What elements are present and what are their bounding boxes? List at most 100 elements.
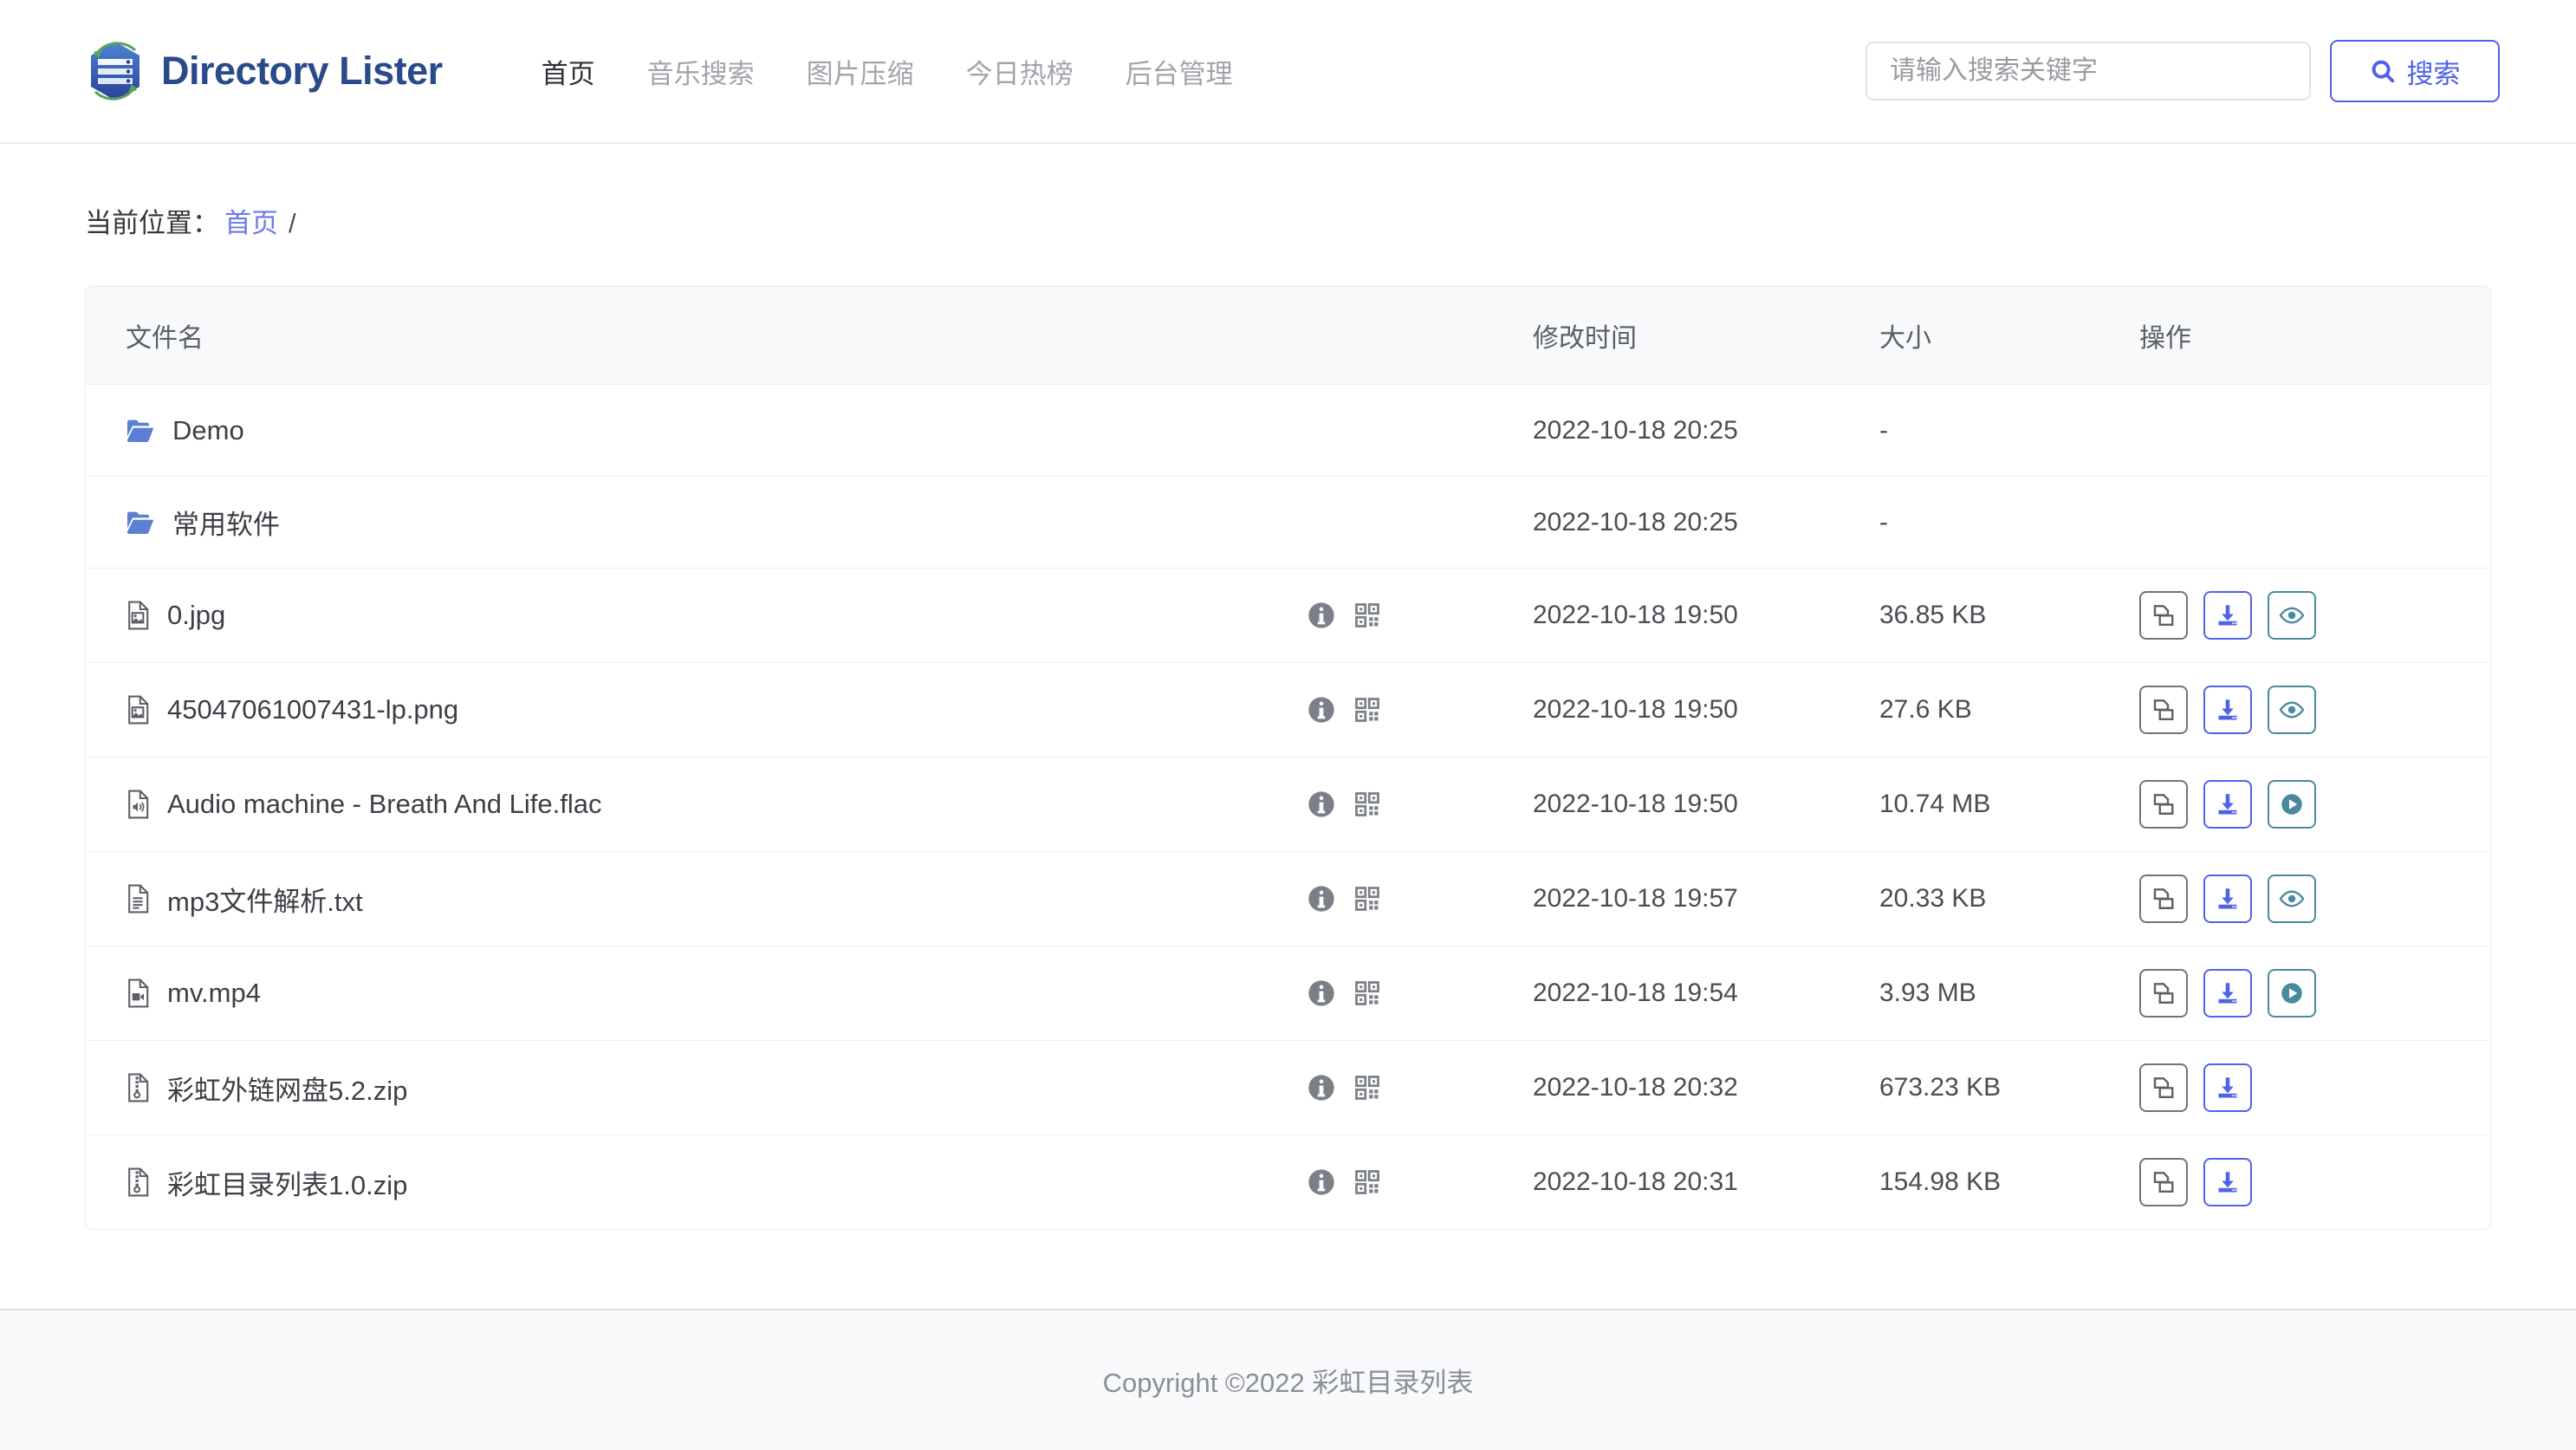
file-size-cell: 27.6 KB — [1879, 662, 2139, 758]
file-actions-cell — [2139, 568, 2490, 663]
file-modified-cell: 2022-10-18 20:31 — [1533, 1167, 1738, 1196]
copy-link-button[interactable] — [2139, 780, 2188, 829]
file-name-label: 45047061007431-lp.png — [167, 694, 459, 725]
info-icon[interactable] — [1307, 1074, 1335, 1102]
copy-link-button[interactable] — [2139, 686, 2188, 734]
file-table-body: Demo 2022-10-18 20:25 - 常用软件 2022-10-18 … — [86, 384, 2490, 1230]
qrcode-icon[interactable] — [1354, 697, 1380, 723]
qrcode-icon[interactable] — [1354, 886, 1380, 912]
directory-lister-logo-icon — [85, 38, 146, 104]
brand-logo-link[interactable]: Directory Lister — [85, 38, 443, 104]
file-size-cell: 3.93 MB — [1879, 946, 2139, 1041]
file-name-cell[interactable]: Demo — [86, 384, 1307, 477]
nav-item-music[interactable]: 音乐搜索 — [621, 43, 781, 100]
file-archive-icon — [126, 1167, 150, 1197]
table-row[interactable]: 45047061007431-lp.png 2022-10-18 19:50 2… — [86, 662, 2490, 758]
download-button[interactable] — [2203, 591, 2252, 640]
file-name-label: 常用软件 — [172, 510, 280, 540]
file-meta-cell — [1307, 946, 1533, 1041]
nav-item-image[interactable]: 图片压缩 — [781, 43, 940, 100]
file-size-cell: 36.85 KB — [1879, 568, 2139, 663]
qrcode-icon[interactable] — [1354, 1075, 1380, 1101]
copy-link-button[interactable] — [2139, 1063, 2188, 1112]
file-modified-cell: 2022-10-18 19:54 — [1533, 946, 1879, 1041]
play-button[interactable] — [2268, 780, 2316, 829]
file-text-icon — [126, 884, 150, 914]
preview-button[interactable] — [2268, 591, 2316, 640]
column-header-modified[interactable]: 修改时间 — [1533, 287, 1879, 385]
file-modified-cell: 2022-10-18 19:50 — [1533, 757, 1879, 852]
table-row[interactable]: mp3文件解析.txt 2022-10-18 19:57 20.33 KB — [86, 851, 2490, 946]
table-row[interactable]: 0.jpg 2022-10-18 19:50 36.85 KB — [86, 568, 2490, 663]
file-meta-cell — [1307, 384, 1533, 477]
download-button[interactable] — [2203, 969, 2252, 1018]
copy-link-button[interactable] — [2139, 969, 2188, 1018]
qrcode-icon[interactable] — [1354, 602, 1380, 628]
download-button[interactable] — [2203, 780, 2252, 829]
preview-button[interactable] — [2268, 686, 2316, 734]
info-icon[interactable] — [1307, 790, 1335, 818]
search-button[interactable]: 搜索 — [2330, 40, 2500, 102]
info-icon[interactable] — [1307, 1168, 1335, 1196]
download-button[interactable] — [2203, 875, 2252, 923]
table-row[interactable]: 彩虹目录列表1.0.zip 2022-10-18 20:31 154.98 KB — [86, 1135, 2490, 1230]
qrcode-icon[interactable] — [1354, 791, 1380, 817]
table-row[interactable]: Audio machine - Breath And Life.flac 202… — [86, 757, 2490, 852]
folder-icon — [126, 510, 155, 536]
folder-icon — [126, 418, 155, 444]
qrcode-icon[interactable] — [1354, 1169, 1380, 1195]
column-header-name[interactable]: 文件名 — [86, 287, 1307, 385]
file-modified-cell: 2022-10-18 19:50 — [1533, 568, 1879, 663]
search-input[interactable] — [1865, 42, 2311, 101]
file-name-label: 0.jpg — [167, 600, 226, 630]
nav-item-admin[interactable]: 后台管理 — [1100, 43, 1259, 100]
download-button[interactable] — [2203, 686, 2252, 734]
file-meta-cell — [1307, 662, 1533, 758]
table-row[interactable]: Demo 2022-10-18 20:25 - — [86, 384, 2490, 477]
file-image-icon — [126, 601, 150, 630]
file-name-label: Audio machine - Breath And Life.flac — [167, 789, 602, 819]
file-name-cell[interactable]: 常用软件 — [86, 476, 1307, 569]
nav-item-trending[interactable]: 今日热榜 — [940, 43, 1100, 100]
download-icon — [2215, 1169, 2241, 1195]
info-icon[interactable] — [1307, 601, 1335, 629]
file-name-cell[interactable]: mp3文件解析.txt — [86, 851, 1307, 946]
table-row[interactable]: 常用软件 2022-10-18 20:25 - — [86, 476, 2490, 569]
file-actions-cell — [2139, 1135, 2490, 1230]
header-search: 搜索 — [1865, 40, 2500, 102]
qrcode-icon[interactable] — [1354, 980, 1380, 1006]
copy-icon — [2151, 1075, 2177, 1101]
download-icon — [2215, 980, 2241, 1006]
file-name-cell[interactable]: mv.mp4 — [86, 946, 1307, 1041]
copy-link-button[interactable] — [2139, 1158, 2188, 1206]
file-name-cell[interactable]: 0.jpg — [86, 568, 1307, 663]
file-meta-cell — [1307, 568, 1533, 663]
info-icon[interactable] — [1307, 885, 1335, 913]
copy-icon — [2151, 697, 2177, 723]
table-row[interactable]: mv.mp4 2022-10-18 19:54 3.93 MB — [86, 946, 2490, 1041]
file-actions-cell — [2139, 384, 2490, 477]
download-button[interactable] — [2203, 1158, 2252, 1206]
table-row[interactable]: 彩虹外链网盘5.2.zip 2022-10-18 20:32 673.23 KB — [86, 1040, 2490, 1135]
copy-link-button[interactable] — [2139, 591, 2188, 640]
download-button[interactable] — [2203, 1063, 2252, 1112]
info-icon[interactable] — [1307, 979, 1335, 1007]
file-name-cell[interactable]: 彩虹外链网盘5.2.zip — [86, 1040, 1307, 1135]
info-icon[interactable] — [1307, 696, 1335, 724]
copy-link-button[interactable] — [2139, 875, 2188, 923]
file-actions-cell — [2139, 851, 2490, 946]
file-actions-cell — [2139, 946, 2490, 1041]
file-name-cell[interactable]: Audio machine - Breath And Life.flac — [86, 757, 1307, 852]
breadcrumb-separator: / — [289, 208, 296, 238]
file-name-label: 彩虹目录列表1.0.zip — [167, 1169, 408, 1200]
column-header-size[interactable]: 大小 — [1879, 287, 2139, 385]
preview-button[interactable] — [2268, 875, 2316, 923]
file-name-cell[interactable]: 彩虹目录列表1.0.zip — [86, 1135, 1307, 1230]
play-button[interactable] — [2268, 969, 2316, 1018]
file-name-cell[interactable]: 45047061007431-lp.png — [86, 662, 1307, 758]
copy-icon — [2151, 886, 2177, 912]
file-size-cell: - — [1879, 476, 2139, 569]
breadcrumb-home-link[interactable]: 首页 — [224, 201, 278, 240]
nav-item-home[interactable]: 首页 — [516, 43, 621, 100]
file-audio-icon — [126, 790, 150, 819]
